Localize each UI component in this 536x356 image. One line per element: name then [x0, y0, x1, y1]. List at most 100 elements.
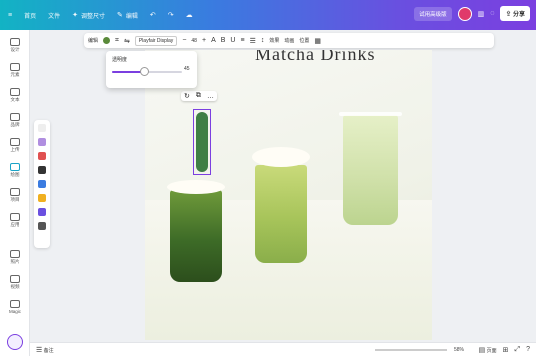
select-tool-icon[interactable]: [38, 222, 46, 230]
font-size-input[interactable]: 48: [191, 38, 197, 44]
rail-item-apps[interactable]: 应用: [0, 213, 30, 228]
plus-icon[interactable]: +: [202, 37, 206, 44]
topbar-item-home[interactable]: 首页: [24, 11, 36, 20]
share-button[interactable]: ⇪ 分享: [500, 6, 530, 21]
rail-label: 绘图: [10, 172, 20, 177]
top-bar: ≡ 首页 文件 ✦ 调整尺寸 ✎ 编辑 ↶ ↷ ☁ 试用高级版 ▥ ◌ ⇪ 分享: [0, 0, 536, 30]
rotate-icon[interactable]: ↻: [184, 92, 190, 100]
text-icon: [10, 88, 20, 96]
position-button[interactable]: 位置: [299, 37, 309, 44]
font-select[interactable]: Playfair Display: [134, 35, 178, 46]
rail-item-brand[interactable]: 品牌: [0, 113, 30, 128]
popover-value[interactable]: 45: [184, 66, 190, 72]
topbar-home-label: 首页: [24, 13, 37, 20]
photos-icon: [10, 250, 20, 258]
chart-icon[interactable]: ▥: [478, 10, 485, 18]
matcha-cup-middle[interactable]: [252, 147, 310, 263]
slider-fill: [112, 71, 144, 73]
share-label: 分享: [512, 12, 525, 18]
eraser-tool-icon[interactable]: [38, 208, 46, 216]
color-swatch[interactable]: [103, 37, 111, 44]
pencil-icon: ✎: [117, 12, 123, 19]
edit-button[interactable]: 编辑: [88, 37, 98, 44]
selected-shape[interactable]: [193, 109, 211, 175]
copy-icon[interactable]: ⧉: [196, 92, 201, 100]
comment-icon[interactable]: ◌: [490, 10, 494, 17]
pen-tool-icon[interactable]: [38, 138, 46, 146]
underline-icon[interactable]: U: [230, 37, 235, 44]
draw-icon: [10, 163, 20, 171]
matcha-cup-right[interactable]: [339, 112, 402, 225]
transparency-slider[interactable]: [112, 67, 182, 76]
menu-icon[interactable]: ≡: [8, 12, 12, 19]
avatar[interactable]: [457, 6, 472, 21]
collapse-icon[interactable]: [38, 124, 46, 132]
element-quick-actions: ↻ ⧉ …: [181, 91, 217, 101]
effects-button[interactable]: 效果: [269, 37, 279, 44]
rail-item-elements[interactable]: 元素: [0, 63, 30, 78]
popover-label: 透明度: [112, 57, 128, 63]
left-rail: 设计 元素 文本 品牌 上传 绘图 项目 应用 照片 视频 Magic: [0, 30, 30, 356]
notes-button[interactable]: ☰ 备注: [36, 346, 54, 354]
rail-label: 上传: [10, 147, 20, 152]
topbar-item-resize[interactable]: ✦ 调整尺寸: [72, 11, 105, 20]
flip-icon[interactable]: ⇋: [124, 37, 130, 45]
highlighter-tool-icon[interactable]: [38, 166, 46, 174]
undo-icon[interactable]: ↶: [150, 11, 156, 19]
rail-item-magic[interactable]: Magic: [0, 300, 30, 314]
rail-label: 视频: [10, 284, 20, 289]
pages-button[interactable]: ▤ 页面: [479, 346, 497, 354]
align-icon[interactable]: ≡: [240, 37, 244, 44]
rail-label: 应用: [10, 222, 20, 227]
pages-icon: ▤: [478, 347, 486, 354]
rail-item-design[interactable]: 设计: [0, 38, 30, 53]
spacing-icon[interactable]: ↕: [261, 37, 265, 44]
animate-button[interactable]: 动画: [284, 37, 294, 44]
rail-item-projects[interactable]: 项目: [0, 188, 30, 203]
crop-icon[interactable]: ⌗: [115, 37, 119, 45]
minus-icon[interactable]: −: [182, 37, 186, 44]
rail-item-videos[interactable]: 视频: [0, 275, 30, 290]
rail-label: 品牌: [10, 122, 20, 127]
selected-shape-fill: [196, 112, 208, 172]
rail-item-upload[interactable]: 上传: [0, 138, 30, 153]
rail-label: Magic: [8, 309, 21, 314]
topbar-item-edit[interactable]: ✎ 编辑: [117, 11, 138, 20]
transparency-popover: 透明度 45: [106, 51, 197, 88]
magic-icon: [10, 300, 20, 308]
bold-icon[interactable]: B: [221, 37, 226, 44]
design-icon: [10, 38, 20, 46]
elements-icon: [10, 63, 20, 71]
draw-tool-strip: [34, 120, 50, 248]
rail-item-photos[interactable]: 照片: [0, 250, 30, 265]
rail-label: 元素: [10, 72, 20, 77]
line-tool-icon[interactable]: [38, 180, 46, 188]
color-tool-icon[interactable]: [38, 194, 46, 202]
rail-item-draw[interactable]: 绘图: [0, 163, 30, 178]
notes-icon: ☰: [36, 346, 43, 354]
videos-icon: [10, 275, 20, 283]
zoom-value[interactable]: 58%: [454, 347, 464, 353]
marker-tool-icon[interactable]: [38, 152, 46, 160]
zoom-slider[interactable]: [375, 349, 447, 351]
more-icon[interactable]: …: [207, 93, 214, 100]
projects-icon: [10, 188, 20, 196]
help-icon[interactable]: ?: [526, 346, 530, 354]
cup-foam: [167, 180, 225, 194]
transparency-icon[interactable]: ▦: [314, 37, 321, 45]
cup-foam: [252, 147, 310, 167]
help-button[interactable]: [7, 334, 23, 350]
rail-item-text[interactable]: 文本: [0, 88, 30, 103]
text-color-icon[interactable]: A: [211, 37, 216, 44]
grid-view-icon[interactable]: ⊞: [503, 346, 509, 354]
redo-icon[interactable]: ↷: [168, 11, 174, 19]
slider-knob[interactable]: [139, 67, 149, 76]
page-heading[interactable]: Matcha Drinks: [255, 50, 375, 65]
cloud-icon[interactable]: ☁: [186, 11, 193, 19]
topbar-item-file[interactable]: 文件: [48, 11, 60, 20]
list-icon[interactable]: ☰: [250, 37, 256, 45]
upgrade-button[interactable]: 试用高级版: [414, 6, 452, 21]
resize-icon: ✦: [72, 12, 78, 19]
matcha-cup-left[interactable]: [167, 180, 225, 282]
fullscreen-icon[interactable]: ⤢: [514, 346, 520, 354]
